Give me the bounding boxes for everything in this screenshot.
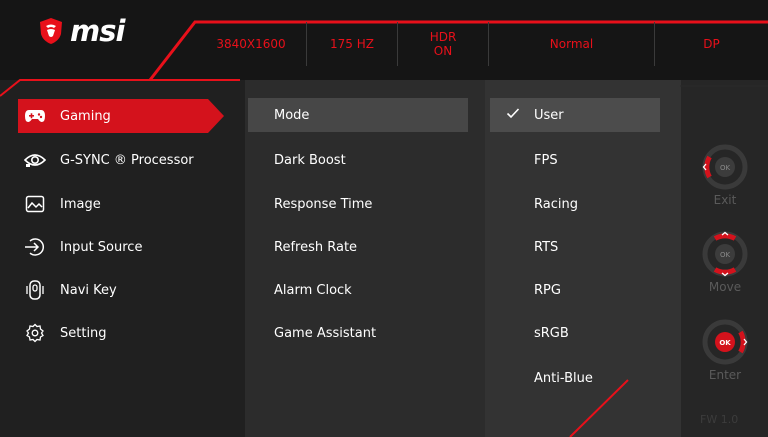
navi-key-icon (24, 279, 46, 301)
submenu-item-dark-boost[interactable]: Dark Boost (248, 143, 468, 177)
image-icon (24, 193, 46, 215)
menu-item-image[interactable]: Image (18, 187, 224, 221)
move-label: Move (708, 280, 742, 294)
submenu-item-refresh-rate[interactable]: Refresh Rate (248, 230, 468, 264)
submenu-item-label: Game Assistant (274, 325, 377, 341)
option-label: Racing (534, 196, 578, 212)
option-label: RPG (534, 282, 561, 298)
option-label: RTS (534, 239, 559, 255)
nav-exit: OK Exit (695, 143, 755, 207)
option-label: Anti-Blue (534, 370, 593, 386)
option-racing[interactable]: Racing (490, 187, 660, 221)
menu-item-label: G-SYNC ® Processor (60, 152, 194, 168)
option-anti-blue[interactable]: Anti-Blue (490, 361, 660, 395)
menu-item-navi-key[interactable]: Navi Key (18, 273, 224, 307)
enter-label: Enter (708, 368, 742, 382)
option-label: FPS (534, 152, 558, 168)
menu-item-setting[interactable]: Setting (18, 316, 224, 350)
ok-text: OK (719, 339, 731, 347)
input-source-icon (24, 236, 46, 258)
submenu-item-label: Mode (274, 107, 310, 123)
menu-item-label: Navi Key (60, 282, 117, 298)
submenu-item-label: Dark Boost (274, 152, 346, 168)
checkmark-icon (506, 108, 520, 119)
submenu-item-response-time[interactable]: Response Time (248, 187, 468, 221)
submenu-item-label: Alarm Clock (274, 282, 352, 298)
option-srgb[interactable]: sRGB (490, 316, 660, 350)
option-user[interactable]: User (490, 98, 660, 132)
submenu-item-mode[interactable]: Mode (248, 98, 468, 132)
option-fps[interactable]: FPS (490, 143, 660, 177)
navi-key-exit-icon: OK (702, 144, 748, 190)
gamepad-icon (24, 105, 46, 127)
menu-item-gsync-processor[interactable]: G-SYNC ® Processor (18, 143, 224, 177)
option-rpg[interactable]: RPG (490, 273, 660, 307)
menu-item-label: Input Source (60, 239, 143, 255)
menu-item-label: Gaming (60, 108, 111, 124)
submenu-item-label: Refresh Rate (274, 239, 358, 255)
exit-label: Exit (713, 193, 737, 207)
menu-item-gaming[interactable]: Gaming (18, 99, 224, 133)
menu-item-input-source[interactable]: Input Source (18, 230, 224, 264)
ok-text: OK (720, 251, 731, 259)
nav-move: OK Move (695, 230, 755, 294)
option-rts[interactable]: RTS (490, 230, 660, 264)
gear-icon (24, 322, 46, 344)
osd-menu: msi 3840X1600 175 HZ HDR ON Normal DP Ga… (0, 0, 768, 437)
submenu-item-label: Response Time (274, 196, 373, 212)
option-label: User (534, 107, 564, 123)
option-label: sRGB (534, 325, 569, 341)
menu-item-label: Image (60, 196, 101, 212)
ok-text: OK (720, 164, 731, 172)
gsync-eye-icon (24, 149, 46, 171)
navi-key-move-icon: OK (702, 231, 748, 277)
menu-item-label: Setting (60, 325, 107, 341)
submenu-item-game-assistant[interactable]: Game Assistant (248, 316, 468, 350)
firmware-version: FW 1.0 (700, 413, 739, 426)
nav-enter: OK Enter (695, 318, 755, 382)
navi-key-enter-icon: OK (702, 319, 748, 365)
submenu-item-alarm-clock[interactable]: Alarm Clock (248, 273, 468, 307)
